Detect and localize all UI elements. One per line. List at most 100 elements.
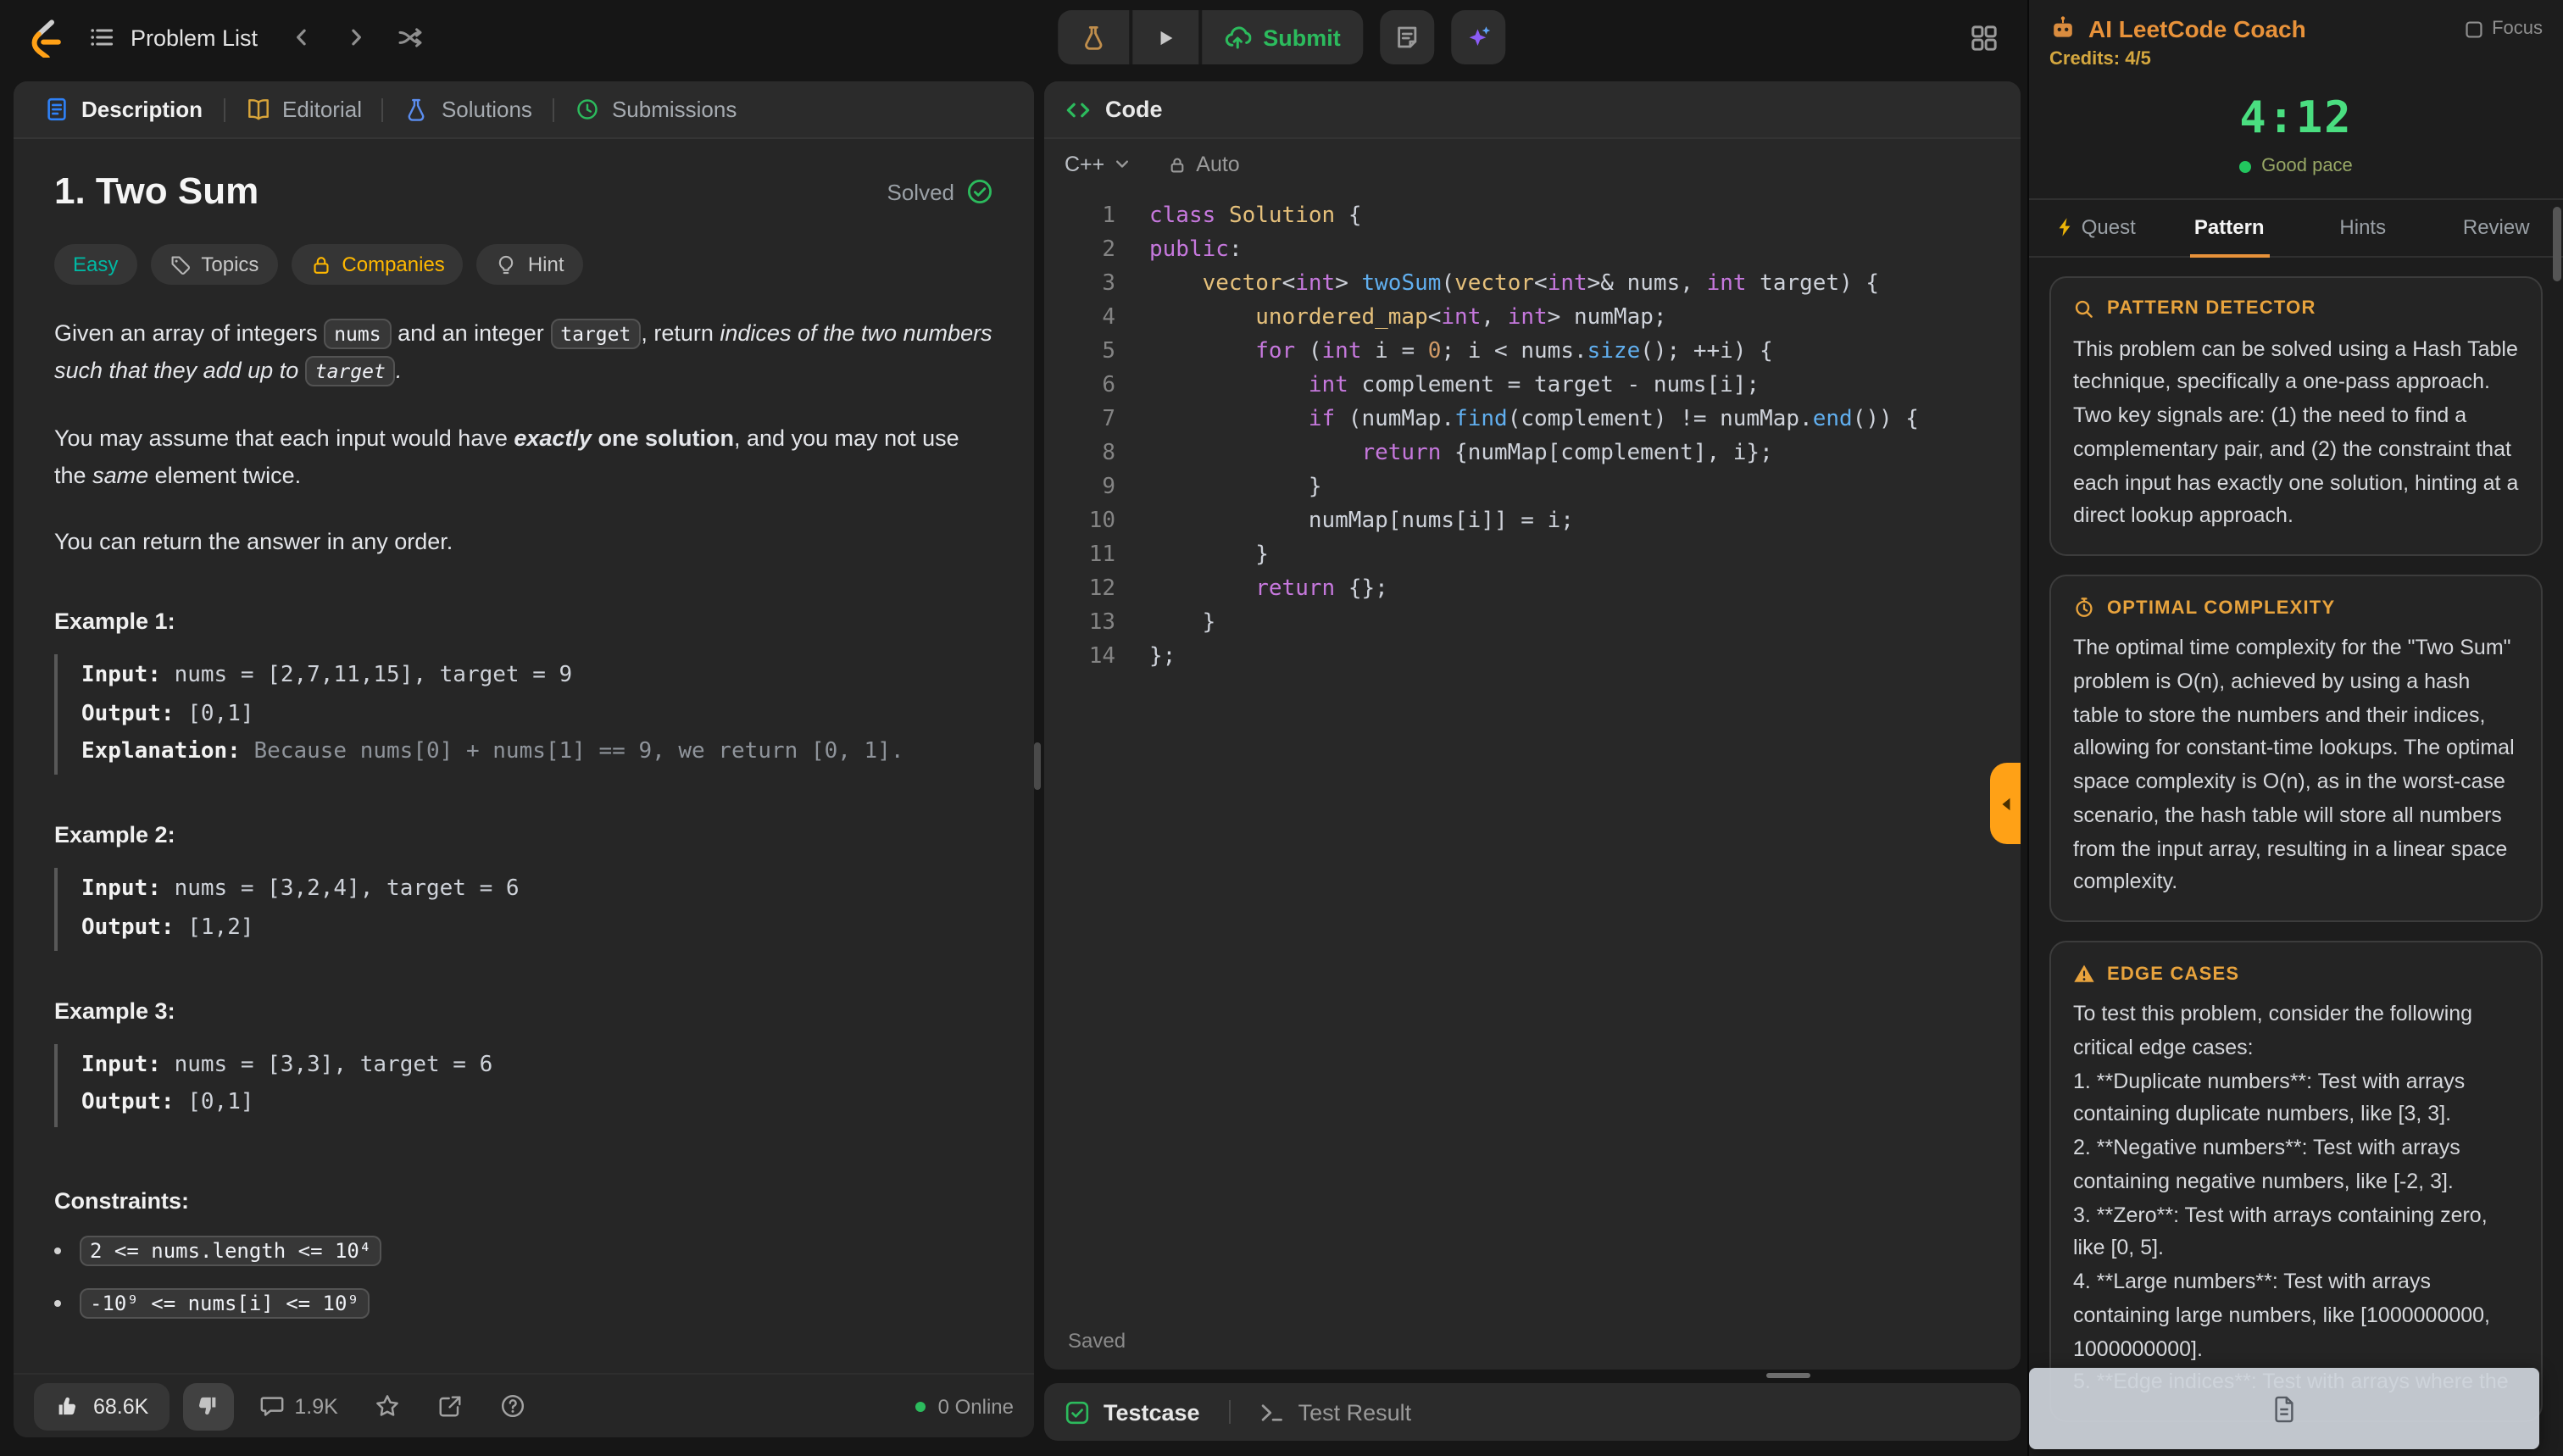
attachment-dropzone[interactable] xyxy=(2029,1368,2539,1449)
problem-title: 1. Two Sum xyxy=(54,169,259,214)
layout-switcher-button[interactable] xyxy=(1960,14,2007,61)
hint-pill[interactable]: Hint xyxy=(477,244,583,285)
play-icon xyxy=(1154,26,1176,48)
prev-problem-button[interactable] xyxy=(278,14,325,61)
ai-assistant-button[interactable] xyxy=(1451,10,1505,64)
testcase-tab[interactable]: Testcase xyxy=(1065,1388,1200,1436)
code-editor[interactable]: 1class Solution {2public:3 vector<int> t… xyxy=(1044,190,2021,675)
language-label: C++ xyxy=(1065,153,1104,176)
coach-tab-hints[interactable]: Hints xyxy=(2296,199,2430,255)
collapse-panel-button[interactable] xyxy=(1990,763,2021,844)
notes-button[interactable] xyxy=(1380,10,1434,64)
submit-button[interactable]: Submit xyxy=(1202,10,1363,64)
code-line[interactable]: 10 numMap[nums[i]] = i; xyxy=(1044,505,2021,539)
tab-editorial[interactable]: Editorial xyxy=(228,81,379,137)
bolt-icon xyxy=(2056,217,2073,237)
console-resize-handle[interactable] xyxy=(1766,1373,1810,1378)
problem-footer: 68.6K 1.9K xyxy=(14,1373,1034,1437)
coach-tab-pattern[interactable]: Pattern xyxy=(2163,199,2297,255)
chevron-down-icon xyxy=(1113,156,1130,173)
coach-content: PATTERN DETECTOR This problem can be sol… xyxy=(2029,257,2563,1456)
tab-submissions[interactable]: Submissions xyxy=(558,81,753,137)
tab-description[interactable]: Description xyxy=(27,81,220,137)
console-bar: Testcase Test Result xyxy=(1044,1383,2021,1441)
editorial-icon xyxy=(245,97,270,122)
topics-pill[interactable]: Topics xyxy=(150,244,277,285)
help-button[interactable] xyxy=(489,1382,538,1430)
lock-icon xyxy=(309,253,331,275)
credits-counter: Credits: 4/5 xyxy=(2049,49,2543,69)
like-button[interactable]: 68.6K xyxy=(34,1382,169,1430)
focus-toggle[interactable]: Focus xyxy=(2465,19,2543,39)
line-number: 2 xyxy=(1044,234,1139,268)
constraints-label: Constraints: xyxy=(54,1188,993,1214)
comments-button[interactable]: 1.9K xyxy=(247,1382,349,1430)
hint-label: Hint xyxy=(528,253,564,276)
coach-scrollbar[interactable] xyxy=(2553,207,2561,281)
line-number: 3 xyxy=(1044,268,1139,302)
star-icon xyxy=(375,1393,401,1419)
code-line[interactable]: 8 return {numMap[complement], i}; xyxy=(1044,437,2021,471)
debug-button[interactable] xyxy=(1058,10,1129,64)
code-line[interactable]: 14}; xyxy=(1044,641,2021,675)
example-label: Example 1: xyxy=(54,609,993,635)
language-selector[interactable]: C++ xyxy=(1065,153,1130,176)
description-paragraph: You may assume that each input would hav… xyxy=(54,420,993,493)
bulb-icon xyxy=(496,253,518,275)
coach-tab-quest[interactable]: Quest xyxy=(2029,199,2163,255)
problem-content: 1. Two Sum Solved Easy xyxy=(14,139,1034,1373)
random-problem-button[interactable] xyxy=(386,14,434,61)
companies-pill[interactable]: Companies xyxy=(291,244,463,285)
test-result-tab[interactable]: Test Result xyxy=(1259,1388,1412,1436)
tag-pills: Easy Topics Compan xyxy=(54,244,993,285)
layout-grid-icon xyxy=(1969,23,1998,52)
code-line[interactable]: 5 for (int i = 0; i < nums.size(); ++i) … xyxy=(1044,336,2021,370)
file-icon xyxy=(2271,1394,2297,1423)
share-icon xyxy=(438,1393,464,1419)
code-line[interactable]: 12 return {}; xyxy=(1044,573,2021,607)
tab-solutions[interactable]: Solutions xyxy=(387,81,549,137)
terminal-icon xyxy=(1259,1399,1285,1425)
run-button[interactable] xyxy=(1132,10,1198,64)
lock-small-icon xyxy=(1167,155,1186,174)
share-button[interactable] xyxy=(426,1382,475,1430)
beaker-icon xyxy=(1080,24,1107,51)
line-number: 14 xyxy=(1044,641,1139,675)
auto-save-indicator[interactable]: Auto xyxy=(1167,153,1239,176)
description-paragraph: You can return the answer in any order. xyxy=(54,525,993,562)
comment-icon xyxy=(259,1393,284,1419)
problem-panel: Description Editorial Solutions xyxy=(14,81,1034,1437)
focus-label: Focus xyxy=(2492,19,2543,39)
code-line[interactable]: 2public: xyxy=(1044,234,2021,268)
shuffle-icon xyxy=(397,24,424,51)
session-timer: 4:12 Good pace xyxy=(2029,80,2563,199)
code-line[interactable]: 9 } xyxy=(1044,471,2021,505)
topics-label: Topics xyxy=(201,253,259,276)
examples: Example 1:Input: nums = [2,7,11,15], tar… xyxy=(54,609,993,1127)
panel-resize-handle[interactable] xyxy=(1034,742,1041,790)
submit-label: Submit xyxy=(1263,25,1341,50)
code-line[interactable]: 6 int complement = target - nums[i]; xyxy=(1044,370,2021,403)
difficulty-pill[interactable]: Easy xyxy=(54,244,136,285)
favorite-button[interactable] xyxy=(364,1382,413,1430)
problem-list-label: Problem List xyxy=(131,25,258,50)
topbar-left: Problem List xyxy=(20,12,434,63)
topbar-actions: Submit xyxy=(1058,10,1505,64)
problem-list-button[interactable]: Problem List xyxy=(75,12,271,63)
code-line[interactable]: 7 if (numMap.find(complement) != numMap.… xyxy=(1044,403,2021,437)
code-editor-lines: 1class Solution {2public:3 vector<int> t… xyxy=(1044,200,2021,675)
code-line[interactable]: 1class Solution { xyxy=(1044,200,2021,234)
line-number: 11 xyxy=(1044,539,1139,573)
coach-tab-hints-label: Hints xyxy=(2339,215,2386,239)
coach-tab-review[interactable]: Review xyxy=(2430,199,2563,255)
code-line[interactable]: 3 vector<int> twoSum(vector<int>& nums, … xyxy=(1044,268,2021,302)
dislike-button[interactable] xyxy=(182,1382,233,1430)
code-line[interactable]: 13 } xyxy=(1044,607,2021,641)
code-line[interactable]: 4 unordered_map<int, int> numMap; xyxy=(1044,302,2021,336)
code-line[interactable]: 11 } xyxy=(1044,539,2021,573)
leetcode-logo[interactable] xyxy=(20,14,68,61)
line-number: 7 xyxy=(1044,403,1139,437)
next-problem-button[interactable] xyxy=(332,14,380,61)
check-circle-icon xyxy=(966,178,993,205)
coach-tabs: Quest Pattern Hints Review xyxy=(2029,199,2563,257)
